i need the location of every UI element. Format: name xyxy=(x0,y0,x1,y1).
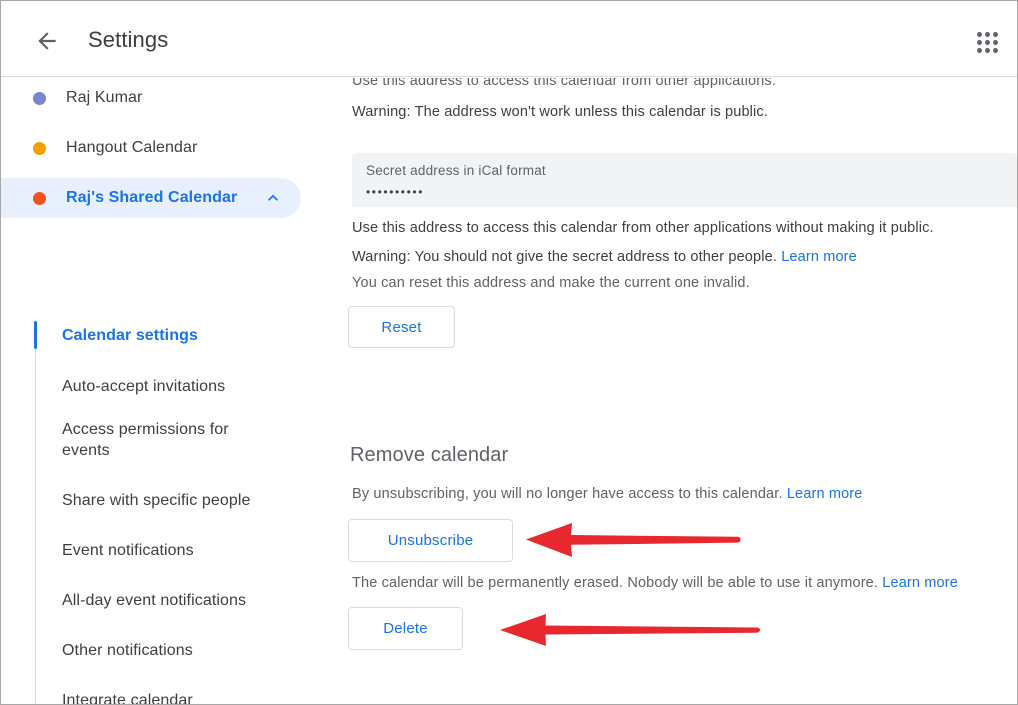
delete-help-text: The calendar will be permanently erased.… xyxy=(352,573,958,593)
sidebar-item-integrate-calendar[interactable]: Integrate calendar xyxy=(1,689,336,705)
sidebar-item-label: Event notifications xyxy=(62,541,194,559)
sidebar-item-label: Auto-accept invitations xyxy=(62,377,226,395)
chevron-up-icon[interactable] xyxy=(263,188,283,208)
sidebar-calendar-raj-kumar[interactable]: Raj Kumar xyxy=(1,78,301,118)
secret-ical-address-label: Secret address in iCal format xyxy=(366,163,546,178)
page-title: Settings xyxy=(88,27,169,52)
delete-help-label: The calendar will be permanently erased.… xyxy=(352,575,879,591)
sidebar-item-calendar-settings[interactable]: Calendar settings xyxy=(1,324,336,346)
back-button[interactable] xyxy=(29,23,65,59)
secret-address-help-text: Use this address to access this calendar… xyxy=(352,220,934,236)
sidebar-item-auto-accept-invitations[interactable]: Auto-accept invitations xyxy=(1,375,336,397)
unsubscribe-help-label: By unsubscribing, you will no longer hav… xyxy=(352,486,783,502)
unsubscribe-help-text: By unsubscribing, you will no longer hav… xyxy=(352,484,862,504)
sidebar-item-all-day-event-notifications[interactable]: All-day event notifications xyxy=(1,589,336,611)
settings-content-panel: Use this address to access this calendar… xyxy=(336,78,1017,704)
sidebar-calendar-label: Hangout Calendar xyxy=(66,139,198,156)
delete-button[interactable]: Delete xyxy=(348,607,463,650)
delete-learn-more-link[interactable]: Learn more xyxy=(882,575,958,591)
public-address-warning-text: Warning: The address won't work unless t… xyxy=(352,104,768,120)
sidebar-item-share-with-specific-people[interactable]: Share with specific people xyxy=(1,489,336,511)
reset-button[interactable]: Reset xyxy=(348,306,455,348)
sidebar-item-event-notifications[interactable]: Event notifications xyxy=(1,539,336,561)
app-header: Settings xyxy=(1,1,1017,77)
sidebar-item-label: Integrate calendar xyxy=(62,691,193,705)
sidebar-calendar-label: Raj's Shared Calendar xyxy=(66,189,238,206)
app-window: Settings Raj Kumar Hangout Calendar Raj'… xyxy=(0,0,1018,705)
secret-ical-address-field[interactable]: Secret address in iCal format •••••••••• xyxy=(352,153,1017,207)
sidebar-item-label: All-day event notifications xyxy=(62,591,247,609)
settings-sidebar: Raj Kumar Hangout Calendar Raj's Shared … xyxy=(1,78,336,705)
apps-grid-icon[interactable] xyxy=(967,22,1007,62)
secret-warning-learn-more-link[interactable]: Learn more xyxy=(781,249,857,265)
sidebar-item-access-permissions-for-events[interactable]: Access permissions for events xyxy=(1,419,281,463)
unsubscribe-button[interactable]: Unsubscribe xyxy=(348,519,513,562)
sidebar-calendar-rajs-shared-calendar[interactable]: Raj's Shared Calendar xyxy=(1,178,301,218)
sidebar-item-label: Calendar settings xyxy=(62,326,198,344)
calendar-color-dot xyxy=(33,191,46,205)
remove-calendar-heading: Remove calendar xyxy=(350,444,509,466)
sidebar-calendar-label: Raj Kumar xyxy=(66,89,143,106)
secret-ical-address-value: •••••••••• xyxy=(366,185,425,199)
public-address-help-text: Use this address to access this calendar… xyxy=(352,78,777,89)
calendar-color-dot xyxy=(33,91,46,105)
arrow-left-icon xyxy=(34,28,60,54)
sidebar-item-label: Share with specific people xyxy=(62,491,251,509)
calendar-color-dot xyxy=(33,141,46,155)
unsubscribe-learn-more-link[interactable]: Learn more xyxy=(787,486,863,502)
secret-address-warning-label: Warning: You should not give the secret … xyxy=(352,249,778,265)
apps-grid-dots xyxy=(976,31,998,53)
sidebar-calendar-hangout-calendar[interactable]: Hangout Calendar xyxy=(1,128,301,168)
sidebar-item-other-notifications[interactable]: Other notifications xyxy=(1,639,336,661)
reset-help-text: You can reset this address and make the … xyxy=(352,275,750,291)
sidebar-item-label: Access permissions for events xyxy=(62,421,229,459)
secret-address-warning-text: Warning: You should not give the secret … xyxy=(352,247,857,267)
sidebar-item-label: Other notifications xyxy=(62,641,193,659)
